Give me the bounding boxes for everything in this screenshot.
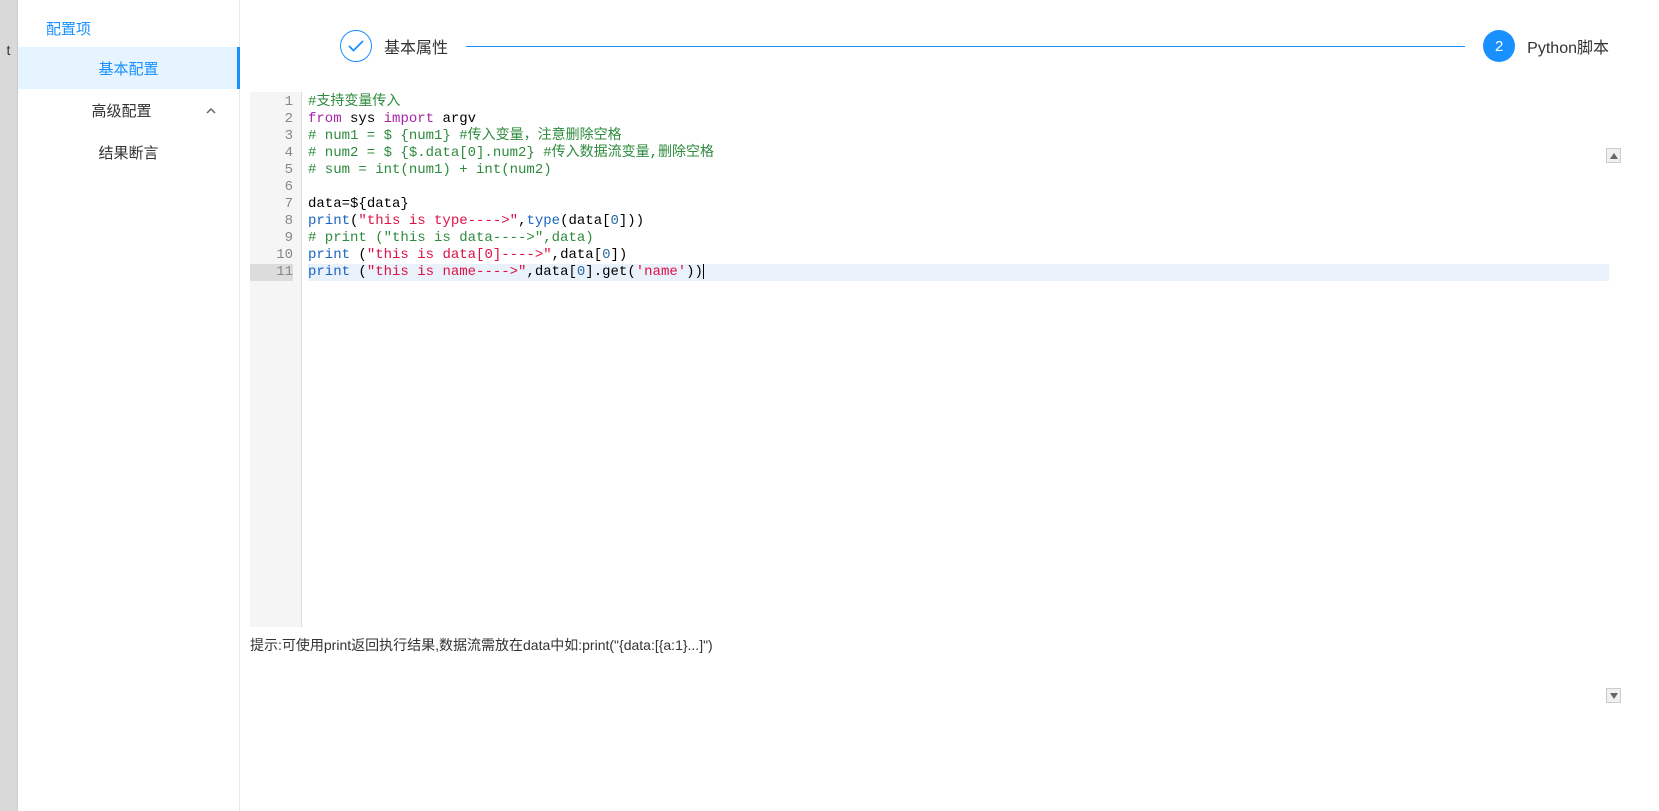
- line-number: 2: [250, 111, 293, 128]
- content-area: 基本属性 2 Python脚本 1234567891011 #支持变量传入fro…: [240, 0, 1659, 811]
- line-number: 10: [250, 247, 293, 264]
- nav-item-basic-config[interactable]: 基本配置: [18, 47, 239, 89]
- scroll-up-button[interactable]: [1606, 148, 1621, 163]
- nav-child-result-assertion[interactable]: 结果断言: [18, 131, 239, 173]
- line-number: 5: [250, 162, 293, 179]
- step-number-icon: 2: [1483, 30, 1515, 62]
- code-line[interactable]: # sum = int(num1) + int(num2): [308, 162, 1609, 179]
- nav-item-advanced-config[interactable]: 高级配置: [18, 89, 239, 131]
- hint-text: 提示:可使用print返回执行结果,数据流需放在data中如:print("{d…: [250, 635, 1609, 655]
- left-edge-text: t: [7, 42, 11, 58]
- line-number: 4: [250, 145, 293, 162]
- steps-bar: 基本属性 2 Python脚本: [240, 0, 1659, 92]
- line-number-gutter: 1234567891011: [250, 92, 302, 627]
- code-line[interactable]: print ("this is data[0]---->",data[0]): [308, 247, 1609, 264]
- nav-item-label: 基本配置: [98, 58, 158, 79]
- sidebar-title: 配置项: [18, 18, 239, 47]
- nav-item-label: 高级配置: [91, 100, 151, 121]
- chevron-up-icon: [205, 104, 217, 116]
- code-area[interactable]: #支持变量传入from sys import argv# num1 = $ {n…: [302, 92, 1609, 627]
- step-label: 基本属性: [384, 34, 448, 58]
- code-line[interactable]: # num1 = $ {num1} #传入变量，注意删除空格: [308, 128, 1609, 145]
- step-connector-line: [466, 46, 1465, 47]
- left-edge-strip: t: [0, 0, 18, 811]
- line-number: 8: [250, 213, 293, 230]
- step-basic-properties[interactable]: 基本属性: [340, 30, 448, 62]
- code-line[interactable]: print ("this is name---->",data[0].get('…: [308, 264, 1609, 281]
- line-number: 7: [250, 196, 293, 213]
- step-python-script[interactable]: 2 Python脚本: [1483, 30, 1609, 62]
- check-circle-icon: [340, 30, 372, 62]
- line-number: 3: [250, 128, 293, 145]
- code-line[interactable]: from sys import argv: [308, 111, 1609, 128]
- step-label: Python脚本: [1527, 34, 1609, 58]
- code-line[interactable]: # num2 = $ {$.data[0].num2} #传入数据流变量,删除空…: [308, 145, 1609, 162]
- code-editor[interactable]: 1234567891011 #支持变量传入from sys import arg…: [250, 92, 1609, 627]
- nav-child-label: 结果断言: [98, 142, 158, 163]
- line-number: 1: [250, 94, 293, 111]
- code-line[interactable]: data=${data}: [308, 196, 1609, 213]
- scroll-down-button[interactable]: [1606, 688, 1621, 703]
- code-editor-wrap: 1234567891011 #支持变量传入from sys import arg…: [250, 92, 1609, 627]
- line-number: 6: [250, 179, 293, 196]
- code-line[interactable]: #支持变量传入: [308, 94, 1609, 111]
- sidebar: 配置项 基本配置 高级配置 结果断言: [18, 0, 240, 811]
- code-line[interactable]: # print ("this is data---->",data): [308, 230, 1609, 247]
- line-number: 9: [250, 230, 293, 247]
- code-line[interactable]: [308, 179, 1609, 196]
- code-line[interactable]: print("this is type---->",type(data[0])): [308, 213, 1609, 230]
- line-number: 11: [250, 264, 293, 281]
